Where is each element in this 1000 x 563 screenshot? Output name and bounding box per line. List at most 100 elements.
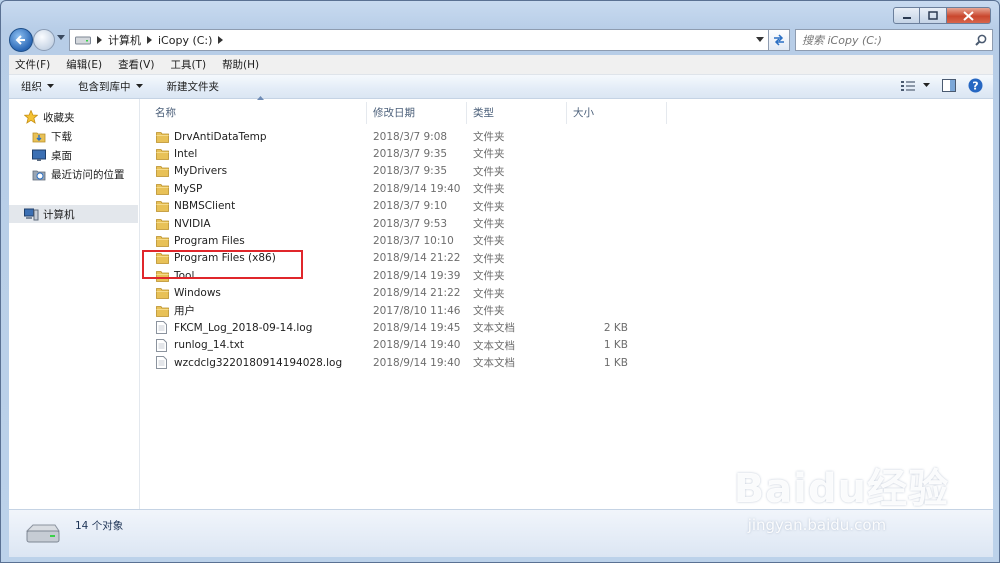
file-type: 文件夹 xyxy=(473,148,505,161)
file-row[interactable]: NVIDIA 2018/3/7 9:53 文件夹 xyxy=(140,215,740,232)
watermark: Baidu经验 jingyan.baidu.com xyxy=(734,456,949,534)
file-size: 1 KB xyxy=(603,356,628,369)
file-row[interactable]: 用户 2017/8/10 11:46 文件夹 xyxy=(140,302,740,319)
search-icon[interactable] xyxy=(975,34,987,46)
file-name-cell: Windows xyxy=(156,286,221,300)
menu-help[interactable]: 帮助(H) xyxy=(214,57,267,72)
column-header-size[interactable]: 大小 xyxy=(567,102,667,124)
breadcrumb-arrow-icon[interactable] xyxy=(218,36,224,44)
breadcrumb-arrow-icon[interactable] xyxy=(147,36,152,44)
close-button[interactable] xyxy=(947,7,991,24)
address-dropdown-icon[interactable] xyxy=(756,37,764,43)
column-header-date[interactable]: 修改日期 xyxy=(367,102,467,124)
file-name-cell: FKCM_Log_2018-09-14.log xyxy=(156,321,312,335)
file-date: 2018/3/7 9:35 xyxy=(373,165,448,178)
menu-tools[interactable]: 工具(T) xyxy=(162,57,214,72)
menu-edit[interactable]: 编辑(E) xyxy=(58,57,110,72)
file-row[interactable]: runlog_14.txt 2018/9/14 19:40 文本文档 1 KB xyxy=(140,337,740,354)
file-type: 文件夹 xyxy=(473,252,505,265)
file-size: 1 KB xyxy=(603,339,628,352)
file-date: 2017/8/10 11:46 xyxy=(373,304,461,317)
include-in-library-button[interactable]: 包含到库中 xyxy=(66,79,155,94)
nav-recent-label: 最近访问的位置 xyxy=(51,168,125,181)
file-row[interactable]: FKCM_Log_2018-09-14.log 2018/9/14 19:45 文本… xyxy=(140,319,740,336)
file-row[interactable]: wzcdclg3220180914194028.log 2018/9/14 19:… xyxy=(140,354,740,371)
sort-ascending-icon xyxy=(257,96,264,100)
folder-icon xyxy=(156,130,170,144)
refresh-icon xyxy=(774,34,784,46)
organize-label: 组织 xyxy=(21,81,42,93)
svg-text:?: ? xyxy=(972,80,978,93)
file-row[interactable]: MyDrivers 2018/3/7 9:35 文件夹 xyxy=(140,163,740,180)
chevron-down-icon xyxy=(135,84,143,88)
change-view-button[interactable] xyxy=(901,80,930,92)
file-type: 文件夹 xyxy=(473,165,505,178)
file-date: 2018/3/7 9:35 xyxy=(373,147,448,160)
minimize-icon xyxy=(902,16,911,19)
new-folder-button[interactable]: 新建文件夹 xyxy=(155,79,232,94)
file-type: 文件夹 xyxy=(473,287,505,300)
drive-icon xyxy=(75,36,91,45)
file-name: DrvAntiDataTemp xyxy=(174,130,267,143)
nav-favorites-label: 收藏夹 xyxy=(43,111,75,124)
help-button[interactable]: ? xyxy=(968,78,983,93)
breadcrumb-drive[interactable]: iCopy (C:) xyxy=(158,34,212,47)
view-controls: ? xyxy=(889,78,983,93)
search-input[interactable] xyxy=(796,30,966,50)
file-date: 2018/9/14 21:22 xyxy=(373,252,461,265)
file-type: 文本文档 xyxy=(473,357,515,370)
file-name-cell: NVIDIA xyxy=(156,217,211,231)
file-name: NVIDIA xyxy=(174,217,211,230)
text-file-icon xyxy=(156,356,170,370)
column-header-type[interactable]: 类型 xyxy=(467,102,567,124)
organize-button[interactable]: 组织 xyxy=(9,79,66,94)
file-row[interactable]: Program Files 2018/3/7 10:10 文件夹 xyxy=(140,232,740,249)
chevron-down-icon xyxy=(47,84,54,88)
file-row[interactable]: Intel 2018/3/7 9:35 文件夹 xyxy=(140,145,740,162)
command-bar: 组织 包含到库中 新建文件夹 ? xyxy=(9,75,993,99)
nav-downloads[interactable]: 下载 xyxy=(31,127,72,145)
breadcrumb-computer[interactable]: 计算机 xyxy=(108,32,141,48)
folder-icon xyxy=(156,182,170,196)
file-type: 文件夹 xyxy=(473,183,505,196)
downloads-folder-icon xyxy=(31,128,47,144)
nav-recent-places[interactable]: 最近访问的位置 xyxy=(31,165,125,183)
address-bar[interactable]: 计算机 iCopy (C:) xyxy=(69,29,769,51)
nav-favorites[interactable]: 收藏夹 xyxy=(23,108,75,126)
preview-pane-button[interactable] xyxy=(942,79,956,92)
nav-computer-label: 计算机 xyxy=(43,208,75,221)
file-row[interactable]: Windows 2018/9/14 21:22 文件夹 xyxy=(140,285,740,302)
column-header-name[interactable]: 名称 xyxy=(140,102,367,124)
nav-desktop-label: 桌面 xyxy=(51,149,72,162)
refresh-button[interactable] xyxy=(768,29,790,51)
details-view-icon xyxy=(901,80,915,91)
file-row[interactable]: MySP 2018/9/14 19:40 文件夹 xyxy=(140,180,740,197)
folder-icon xyxy=(156,199,170,213)
forward-button[interactable] xyxy=(33,29,55,51)
file-list-pane: 名称 修改日期 类型 大小 DrvAntiDataTemp 2018/3/7 9:… xyxy=(140,96,993,509)
minimize-button[interactable] xyxy=(893,7,920,24)
file-row[interactable]: DrvAntiDataTemp 2018/3/7 9:08 文件夹 xyxy=(140,128,740,145)
file-row[interactable]: NBMSClient 2018/3/7 9:10 文件夹 xyxy=(140,198,740,215)
back-button[interactable] xyxy=(9,28,33,52)
file-name: wzcdclg3220180914194028.log xyxy=(174,356,343,369)
file-name-cell: DrvAntiDataTemp xyxy=(156,130,267,144)
watermark-url: jingyan.baidu.com xyxy=(747,516,887,534)
drive-large-icon xyxy=(25,524,60,543)
menu-file[interactable]: 文件(F) xyxy=(9,57,58,72)
file-type: 文件夹 xyxy=(473,305,505,317)
file-size: 2 KB xyxy=(603,321,628,334)
file-date: 2018/9/14 19:40 xyxy=(373,356,461,369)
breadcrumb-arrow-icon[interactable] xyxy=(97,36,102,44)
nav-computer[interactable]: 计算机 xyxy=(9,205,138,223)
file-name-cell: runlog_14.txt xyxy=(156,338,244,352)
nav-desktop[interactable]: 桌面 xyxy=(31,146,72,164)
menu-view[interactable]: 查看(V) xyxy=(110,57,162,72)
file-name: 用户 xyxy=(174,305,195,317)
maximize-button[interactable] xyxy=(920,7,947,24)
explorer-window: 计算机 iCopy (C:) 文件(F) 编辑(E) 查看(V) 工具(T) 帮… xyxy=(0,0,1000,563)
search-box[interactable] xyxy=(795,29,993,51)
history-dropdown-icon[interactable] xyxy=(57,35,65,41)
back-arrow-icon xyxy=(15,35,25,45)
file-name-cell: 用户 xyxy=(156,303,195,318)
